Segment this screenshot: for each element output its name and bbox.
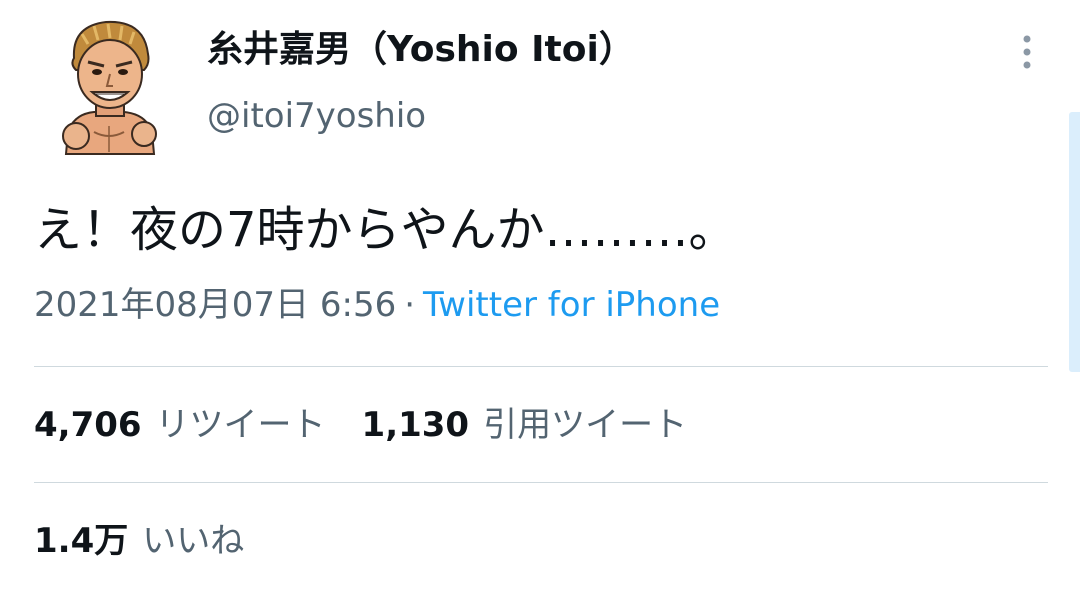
quote-tweets-count: 1,130: [361, 405, 470, 445]
author-display-name[interactable]: 糸井嘉男（Yoshio Itoi）: [207, 26, 635, 74]
retweets-label: リツイート: [155, 405, 326, 445]
author-handle[interactable]: @itoi7yoshio: [207, 92, 426, 140]
tweet-detail: 糸井嘉男（Yoshio Itoi） @itoi7yoshio え！夜の7時からや…: [0, 0, 1080, 589]
divider: [34, 482, 1048, 483]
tweet-meta: 2021年08月07日 6:56 · Twitter for iPhone: [34, 280, 720, 330]
divider: [34, 366, 1048, 367]
more-options-button[interactable]: [1010, 32, 1044, 72]
retweets-count: 4,706: [34, 405, 142, 445]
tweet-timestamp[interactable]: 2021年08月07日 6:56: [34, 285, 396, 325]
more-vertical-icon: [1023, 35, 1031, 69]
quote-tweets-label: 引用ツイート: [483, 405, 688, 445]
retweets-stat[interactable]: 4,706 リツイート: [34, 400, 326, 450]
meta-separator: ·: [404, 285, 416, 325]
cartoon-avatar-image: [62, 20, 157, 155]
likes-label: いいね: [142, 521, 245, 561]
scrollbar[interactable]: [1069, 112, 1080, 372]
quote-tweets-stat[interactable]: 1,130 引用ツイート: [362, 400, 688, 450]
likes-count: 1.4万: [34, 521, 129, 561]
avatar[interactable]: [54, 14, 164, 156]
tweet-source-link[interactable]: Twitter for iPhone: [423, 285, 720, 325]
likes-stat[interactable]: 1.4万 いいね: [34, 516, 244, 566]
tweet-text: え！夜の7時からやんか………。: [34, 202, 737, 258]
engagement-stats-row: 4,706 リツイート 1,130 引用ツイート: [34, 400, 687, 450]
likes-stats-row: 1.4万 いいね: [34, 516, 244, 566]
